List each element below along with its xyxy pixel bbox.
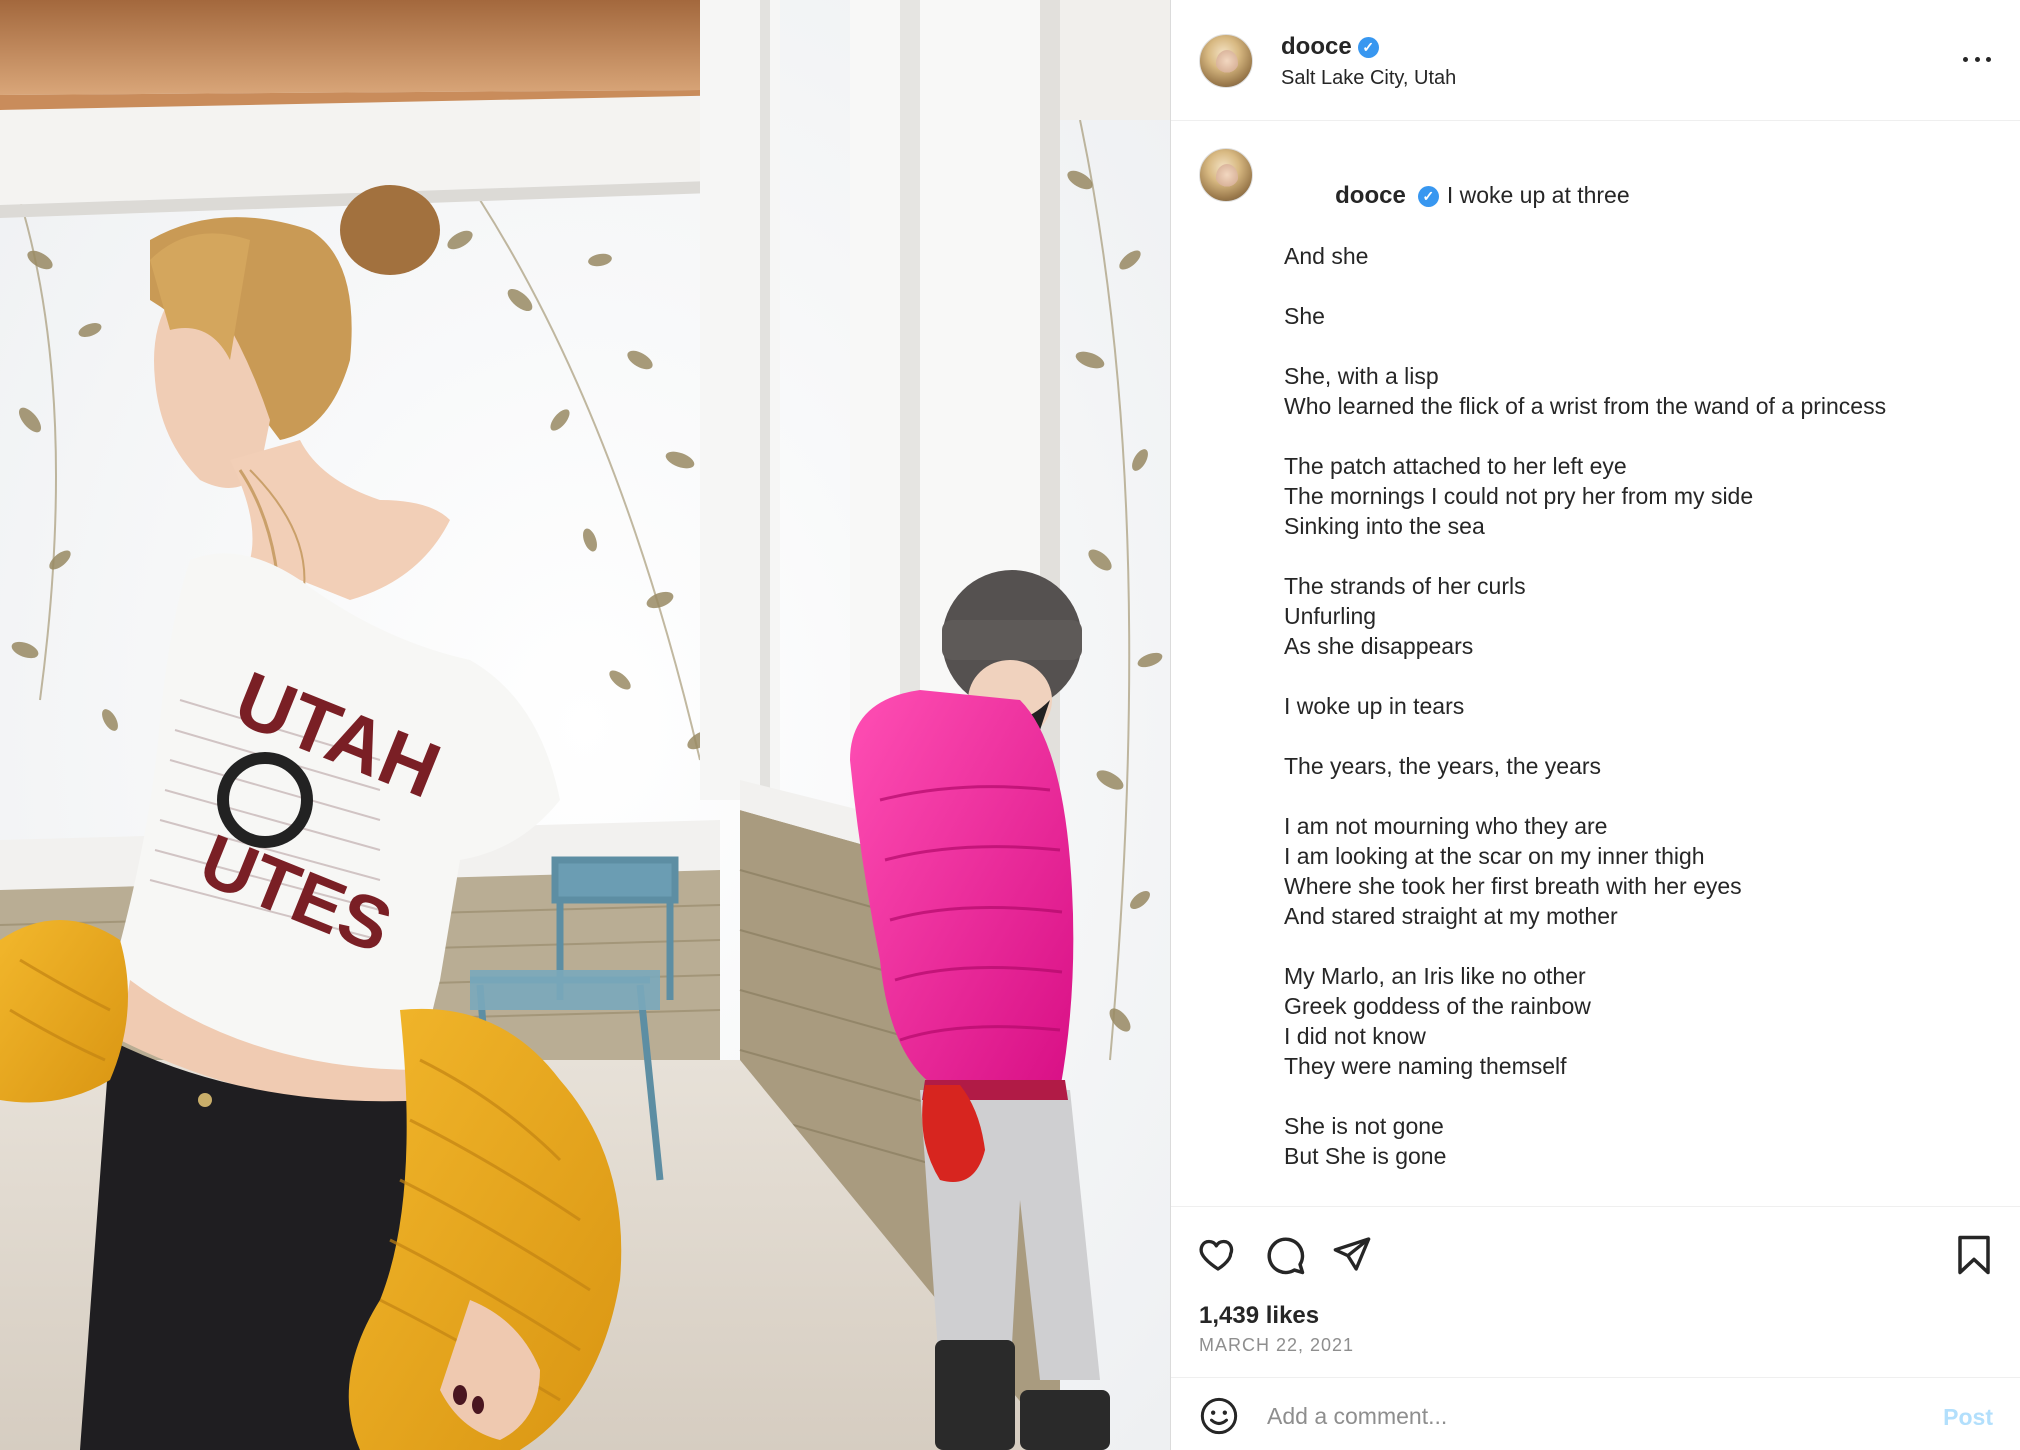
- post-caption: dooce ✓ I woke up at three And she She She, …: [1284, 150, 1984, 1205]
- share-icon: [1333, 1237, 1371, 1271]
- more-dot-icon: [1986, 56, 1991, 62]
- caption-line: I am looking at the scar on my inner thi…: [1284, 843, 1705, 869]
- post-actions: 1,439 likes MARCH 22, 2021: [1171, 1206, 2020, 1376]
- caption-line: The patch attached to her left eye: [1284, 453, 1627, 479]
- verified-badge-icon: ✓: [1357, 37, 1379, 58]
- photo-illustration: UTAH UTES: [0, 0, 1170, 1450]
- heart-icon: [1199, 1239, 1234, 1271]
- post-comment-button[interactable]: Post: [1943, 1404, 1993, 1431]
- author-username[interactable]: dooce: [1281, 33, 1352, 60]
- likes-count[interactable]: 1,439 likes: [1199, 1302, 1319, 1330]
- caption-line: The grief hit me like a bomb: [1284, 1201, 1984, 1205]
- save-button[interactable]: [1956, 1234, 1992, 1276]
- emoji-button[interactable]: [1199, 1396, 1239, 1436]
- post-header: dooce ✓ Salt Lake City, Utah: [1171, 0, 2020, 121]
- caption-line: They were naming themself: [1284, 1053, 1567, 1079]
- like-button[interactable]: [1197, 1234, 1239, 1274]
- caption-line: Who learned the flick of a wrist from th…: [1284, 393, 1887, 419]
- bookmark-icon: [1958, 1235, 1990, 1275]
- caption-line: Greek goddess of the rainbow: [1284, 993, 1591, 1019]
- author-username-row: dooce ✓: [1281, 33, 1379, 61]
- comment-input[interactable]: [1267, 1396, 1867, 1436]
- caption-username[interactable]: dooce: [1335, 182, 1406, 209]
- post-photo[interactable]: UTAH UTES: [0, 0, 1170, 1450]
- comment-button[interactable]: [1264, 1234, 1306, 1276]
- verified-badge-icon: ✓: [1417, 186, 1439, 207]
- caption-line: She, with a lisp: [1284, 363, 1439, 389]
- caption-line: Where she took her first breath with her…: [1284, 873, 1742, 899]
- caption-line: The years, the years, the years: [1284, 753, 1602, 779]
- caption-line: She is not gone: [1284, 1113, 1444, 1139]
- caption-line: Unfurling: [1284, 603, 1377, 629]
- caption-line: And stared straight at my mother: [1284, 903, 1618, 929]
- caption-line: She: [1284, 303, 1325, 329]
- more-options-button[interactable]: [1957, 44, 1997, 74]
- caption-area: dooce ✓ I woke up at three And she She She, …: [1171, 122, 2020, 1205]
- author-avatar[interactable]: [1199, 34, 1253, 88]
- caption-line: The mornings I could not pry her from my…: [1284, 483, 1754, 509]
- caption-line: My Marlo, an Iris like no other: [1284, 963, 1586, 989]
- post-location[interactable]: Salt Lake City, Utah: [1281, 67, 1456, 90]
- caption-line-text: I woke up at three: [1446, 182, 1630, 208]
- comment-icon: [1267, 1237, 1305, 1275]
- more-dot-icon: [1963, 56, 1968, 62]
- caption-line: And she: [1284, 243, 1369, 269]
- caption-author-avatar[interactable]: [1199, 148, 1253, 202]
- more-dot-icon: [1974, 56, 1980, 62]
- caption-line: The strands of her curls: [1284, 573, 1526, 599]
- caption-line: As she disappears: [1284, 633, 1474, 659]
- post-details-panel: dooce ✓ Salt Lake City, Utah dooce ✓ I woke…: [1170, 0, 2020, 1450]
- emoji-icon: [1200, 1397, 1238, 1435]
- caption-line: I am not mourning who they are: [1284, 813, 1608, 839]
- caption-line: I woke up in tears: [1284, 693, 1465, 719]
- caption-line: But She is gone: [1284, 1143, 1447, 1169]
- share-button[interactable]: [1331, 1234, 1373, 1274]
- caption-line: Sinking into the sea: [1284, 513, 1485, 539]
- comment-box: Post: [1171, 1377, 2020, 1450]
- post-date[interactable]: MARCH 22, 2021: [1199, 1335, 1354, 1356]
- caption-line: dooce ✓ I woke up at three: [1284, 150, 1984, 241]
- caption-line: I did not know: [1284, 1023, 1426, 1049]
